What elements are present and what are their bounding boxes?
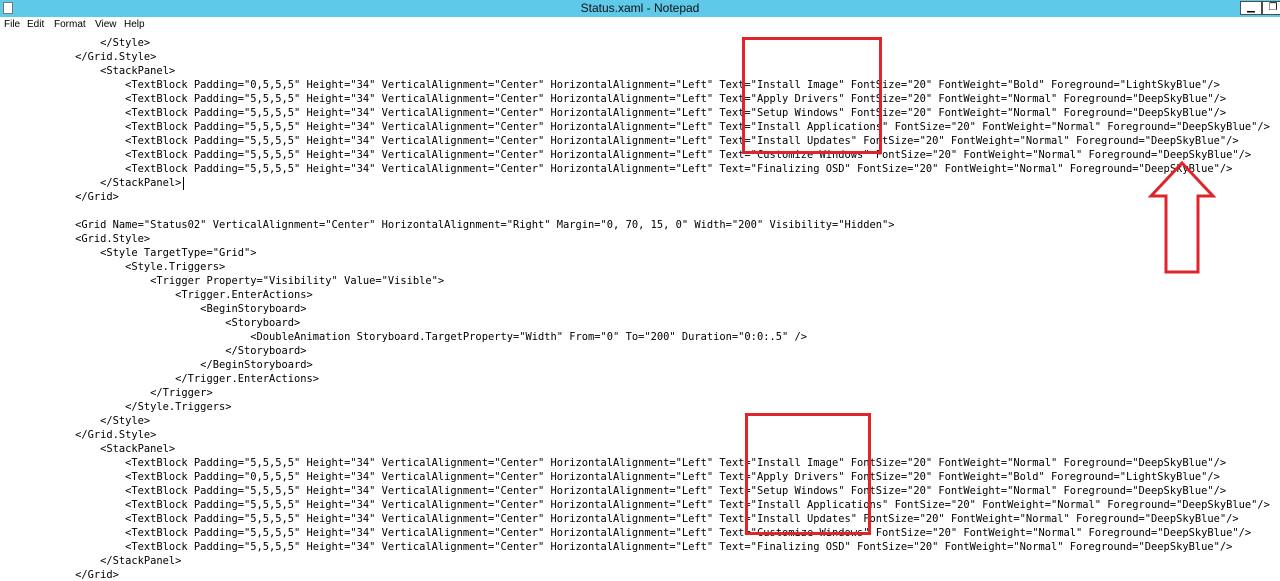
code-line: <TextBlock Padding="5,5,5,5" Height="34"… [0,499,1270,511]
annotation-up-arrow-icon [1148,160,1216,274]
window-title: Status.xaml - Notepad [580,1,700,15]
code-line: </Grid> [0,569,119,581]
menu-bar: File Edit Format View Help [0,17,1280,33]
code-line: </Style.Triggers> [0,401,232,413]
menu-view[interactable]: View [95,18,117,32]
code-line: <Grid Name="Status02" VerticalAlignment=… [0,219,895,231]
code-line: <StackPanel> [0,65,176,77]
code-line: </Grid.Style> [0,51,157,63]
code-line: <Style TargetType="Grid"> [0,247,257,259]
code-line: <TextBlock Padding="5,5,5,5" Height="34"… [0,541,1233,553]
minimize-button[interactable]: ▁ [1240,1,1262,15]
restore-button[interactable]: ❐ [1262,1,1280,15]
menu-format[interactable]: Format [54,18,86,32]
text-editor-area[interactable]: </Style> </Grid.Style> <StackPanel> <Tex… [0,33,1280,581]
code-line: </Style> [0,37,151,49]
code-line: <TextBlock Padding="0,5,5,5" Height="34"… [0,79,1220,91]
menu-edit[interactable]: Edit [27,18,44,32]
code-line: </Trigger.EnterActions> [0,373,320,385]
code-line: <TextBlock Padding="5,5,5,5" Height="34"… [0,107,1227,119]
code-line: </BeginStoryboard> [0,359,313,371]
code-line: </Style> [0,415,151,427]
code-line: <TextBlock Padding="0,5,5,5" Height="34"… [0,471,1220,483]
code-line: <TextBlock Padding="5,5,5,5" Height="34"… [0,527,1252,539]
code-line: <TextBlock Padding="5,5,5,5" Height="34"… [0,485,1227,497]
code-line: <TextBlock Padding="5,5,5,5" Height="34"… [0,93,1227,105]
code-line: </StackPanel> [0,555,182,567]
code-line: <Style.Triggers> [0,261,226,273]
code-line: <BeginStoryboard> [0,303,307,315]
title-bar[interactable]: Status.xaml - Notepad ▁ ❐ [0,0,1280,17]
code-line: <Trigger Property="Visibility" Value="Vi… [0,275,445,287]
menu-file[interactable]: File [4,18,20,32]
code-line: </Grid> [0,191,119,203]
code-line: </Grid.Style> [0,429,157,441]
code-line: </Trigger> [0,387,213,399]
annotation-box-second-stackpanel-text [745,413,871,535]
annotation-box-first-stackpanel-text [742,37,882,154]
code-line: <Grid.Style> [0,233,151,245]
code-line: <Trigger.EnterActions> [0,289,313,301]
code-line: <DoubleAnimation Storyboard.TargetProper… [0,331,807,343]
code-line: <TextBlock Padding="5,5,5,5" Height="34"… [0,457,1227,469]
code-line: <TextBlock Padding="5,5,5,5" Height="34"… [0,121,1270,133]
code-line: <Storyboard> [0,317,301,329]
code-line: <TextBlock Padding="5,5,5,5" Height="34"… [0,513,1239,525]
code-line: <StackPanel> [0,443,176,455]
code-line: </Storyboard> [0,345,307,357]
code-line: <TextBlock Padding="5,5,5,5" Height="34"… [0,163,1233,175]
code-line: <TextBlock Padding="5,5,5,5" Height="34"… [0,149,1252,161]
menu-help[interactable]: Help [124,18,145,32]
code-line: <TextBlock Padding="5,5,5,5" Height="34"… [0,135,1239,147]
text-caret [183,177,184,190]
code-line: </StackPanel> [0,177,182,189]
